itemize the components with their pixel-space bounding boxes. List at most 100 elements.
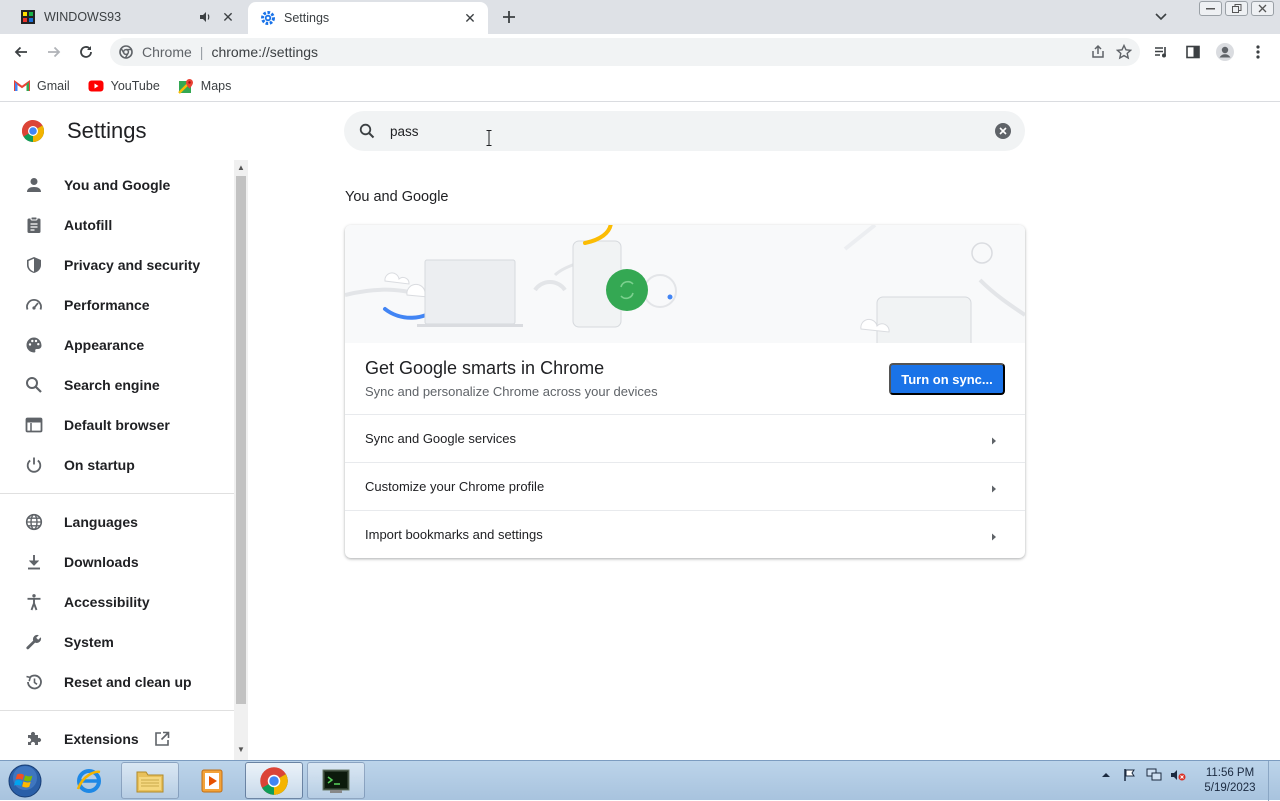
back-button[interactable] (9, 40, 33, 64)
bookmark-youtube[interactable]: YouTube (88, 78, 160, 94)
site-name: Chrome (142, 44, 192, 60)
download-icon (24, 552, 44, 572)
arrow-right-icon (989, 434, 999, 445)
shield-icon (24, 255, 44, 275)
action-center-flag-icon[interactable] (1122, 767, 1138, 783)
more-menu-icon[interactable] (1246, 40, 1270, 64)
sidebar-item-privacy-and-security[interactable]: Privacy and security (0, 245, 234, 285)
tab-strip: WINDOWS93 ✕ Settings ✕ (0, 0, 1280, 34)
terminal-app-icon[interactable] (307, 762, 365, 799)
open-in-new-icon (153, 730, 171, 748)
close-icon[interactable]: ✕ (218, 7, 238, 27)
share-icon[interactable] (1090, 44, 1106, 60)
settings-search[interactable] (344, 111, 1025, 151)
file-explorer-icon[interactable] (121, 762, 179, 799)
window-close-button[interactable] (1251, 1, 1274, 16)
chrome-logo-icon (21, 119, 45, 143)
windows93-favicon-icon (20, 9, 36, 25)
sidebar-item-search-engine[interactable]: Search engine (0, 365, 234, 405)
sidebar-item-autofill[interactable]: Autofill (0, 205, 234, 245)
address-separator: | (199, 44, 204, 60)
profile-avatar-icon[interactable] (1213, 40, 1237, 64)
browser-window-icon (24, 415, 44, 435)
turn-on-sync-button[interactable]: Turn on sync... (889, 363, 1005, 395)
sidebar-item-label: Autofill (64, 217, 113, 233)
bookmarks-bar: Gmail YouTube Maps (0, 70, 1280, 102)
arrow-right-icon (989, 530, 999, 541)
sidebar-divider (0, 493, 234, 494)
sidebar-scrollbar[interactable]: ▲ ▼ (234, 160, 248, 760)
speaker-icon[interactable] (196, 8, 214, 26)
reload-button[interactable] (74, 40, 98, 64)
media-controls-icon[interactable] (1149, 40, 1173, 64)
bookmark-maps[interactable]: Maps (177, 78, 231, 94)
side-panel-icon[interactable] (1181, 40, 1205, 64)
sidebar-item-label: On startup (64, 457, 135, 473)
clear-search-icon[interactable] (993, 121, 1013, 141)
internet-explorer-icon[interactable] (60, 762, 118, 799)
tab-settings[interactable]: Settings ✕ (248, 2, 488, 34)
clipboard-icon (24, 215, 44, 235)
url-text: chrome://settings (211, 44, 319, 60)
sync-illustration (345, 225, 1025, 343)
row-customize-chrome-profile[interactable]: Customize your Chrome profile (345, 462, 1025, 510)
minimize-button[interactable] (1199, 1, 1222, 16)
sidebar-item-label: Accessibility (64, 594, 150, 610)
promo-subtitle: Sync and personalize Chrome across your … (365, 384, 658, 399)
sidebar-item-you-and-google[interactable]: You and Google (0, 165, 234, 205)
ibeam-cursor-icon (486, 130, 492, 146)
sidebar-item-label: Extensions (64, 731, 139, 747)
volume-muted-icon[interactable] (1170, 767, 1186, 783)
tab-windows93[interactable]: WINDOWS93 ✕ (8, 0, 246, 34)
sidebar-item-languages[interactable]: Languages (0, 502, 234, 542)
sidebar-item-performance[interactable]: Performance (0, 285, 234, 325)
promo-title: Get Google smarts in Chrome (365, 358, 605, 378)
taskbar-clock[interactable]: 11:56 PM 5/19/2023 (1198, 766, 1262, 796)
sidebar-item-extensions[interactable]: Extensions (0, 719, 234, 759)
network-icon[interactable] (1146, 767, 1162, 783)
section-title: You and Google (345, 189, 449, 205)
sidebar-item-label: Default browser (64, 417, 170, 433)
sidebar-item-label: Performance (64, 297, 150, 313)
power-icon (24, 455, 44, 475)
row-label: Customize your Chrome profile (365, 479, 545, 494)
media-player-icon[interactable] (183, 762, 241, 799)
row-sync-and-google-services[interactable]: Sync and Google services (345, 414, 1025, 462)
scrollbar-thumb[interactable] (236, 176, 246, 704)
bookmark-label: Gmail (37, 78, 70, 93)
sidebar-item-label: Downloads (64, 554, 139, 570)
bookmark-star-icon[interactable] (1116, 44, 1132, 60)
new-tab-button[interactable] (497, 5, 521, 29)
sidebar-item-label: You and Google (64, 177, 171, 193)
start-button[interactable] (4, 762, 46, 800)
sidebar-item-reset-and-clean-up[interactable]: Reset and clean up (0, 662, 234, 702)
scroll-down-arrow-icon[interactable]: ▼ (237, 746, 245, 754)
chevron-down-icon[interactable] (1150, 6, 1172, 28)
forward-button[interactable] (42, 40, 66, 64)
accessibility-icon (24, 592, 44, 612)
search-input[interactable] (390, 123, 993, 139)
sidebar-item-appearance[interactable]: Appearance (0, 325, 234, 365)
sidebar-item-on-startup[interactable]: On startup (0, 445, 234, 485)
bookmark-gmail[interactable]: Gmail (14, 78, 70, 94)
tab-title: WINDOWS93 (44, 10, 122, 24)
address-bar[interactable]: Chrome | chrome://settings (110, 38, 1140, 66)
sidebar-item-downloads[interactable]: Downloads (0, 542, 234, 582)
sidebar-item-accessibility[interactable]: Accessibility (0, 582, 234, 622)
scroll-up-arrow-icon[interactable]: ▲ (237, 164, 245, 172)
row-import-bookmarks[interactable]: Import bookmarks and settings (345, 510, 1025, 558)
chrome-taskbar-icon[interactable] (245, 762, 303, 799)
history-icon (24, 672, 44, 692)
bookmark-label: YouTube (110, 78, 160, 93)
close-icon[interactable]: ✕ (460, 8, 480, 28)
show-desktop-button[interactable] (1268, 761, 1280, 801)
row-label: Sync and Google services (365, 431, 517, 446)
tray-expand-arrow-icon[interactable] (1098, 767, 1114, 783)
wrench-icon (24, 632, 44, 652)
restore-button[interactable] (1225, 1, 1248, 16)
sidebar-item-default-browser[interactable]: Default browser (0, 405, 234, 445)
page-title: Settings (67, 118, 147, 143)
maps-icon (177, 78, 194, 94)
arrow-right-icon (989, 482, 999, 493)
sidebar-item-system[interactable]: System (0, 622, 234, 662)
